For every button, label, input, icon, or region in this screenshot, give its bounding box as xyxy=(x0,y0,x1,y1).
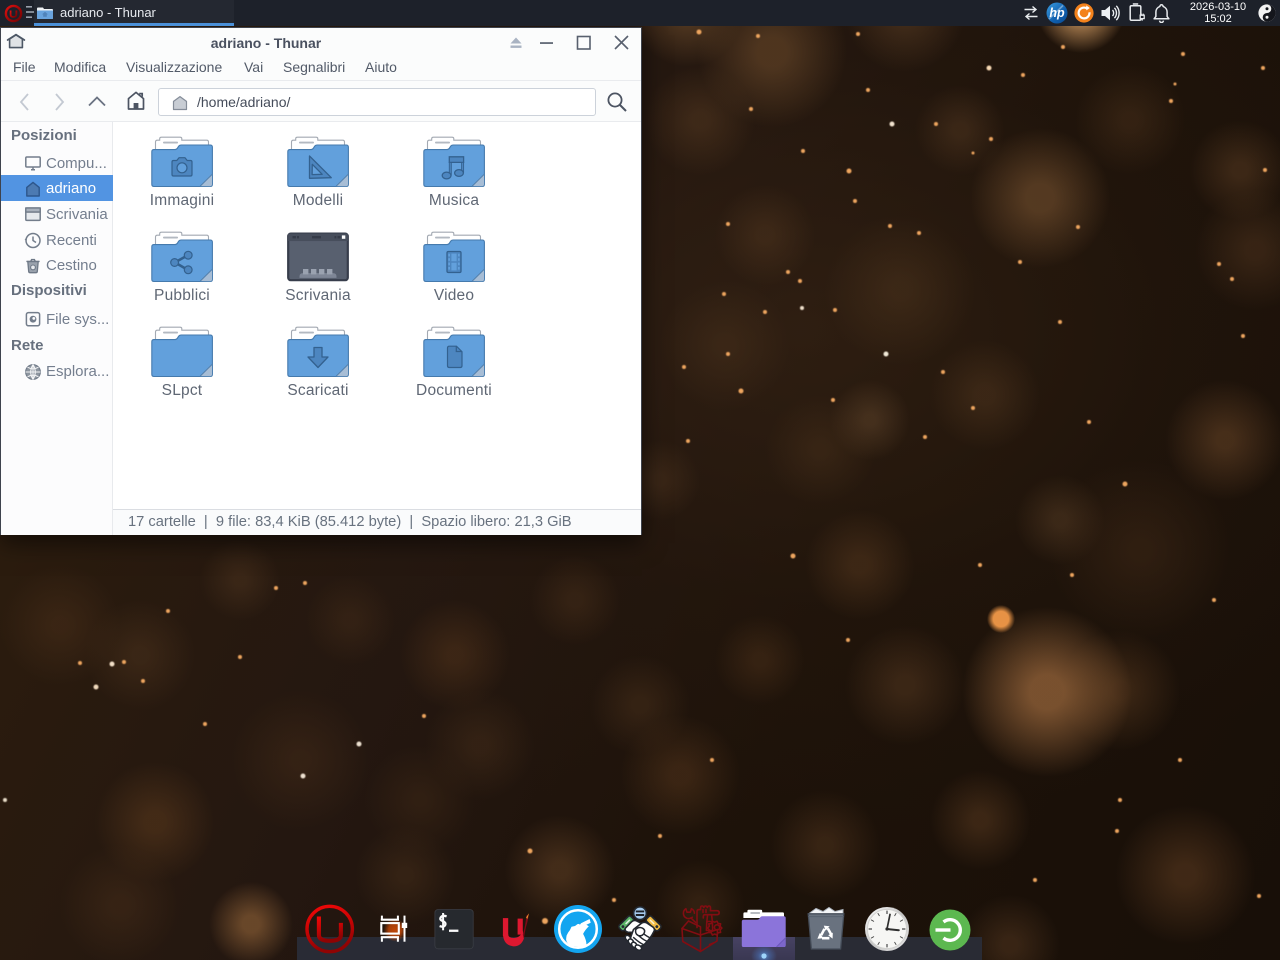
svg-text:hp: hp xyxy=(1049,6,1065,20)
